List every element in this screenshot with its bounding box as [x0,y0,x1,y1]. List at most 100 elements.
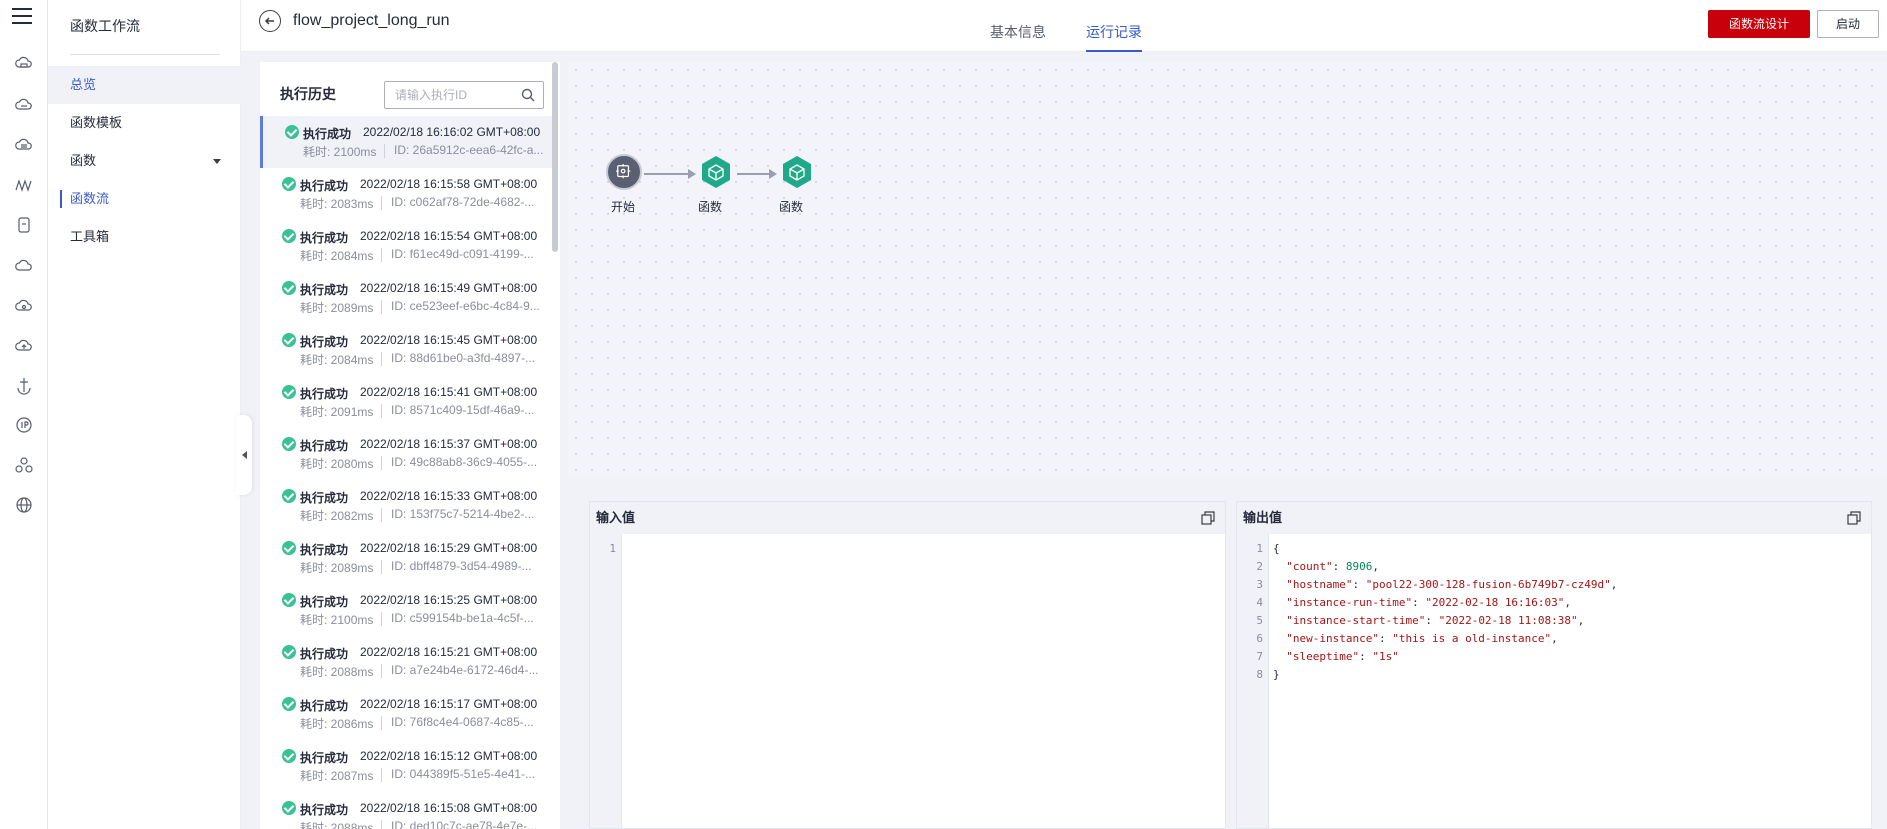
history-record[interactable]: 执行成功 2022/02/18 16:15:17 GMT+08:00 耗时: 208… [260,688,552,740]
record-time: 2022/02/18 16:15:58 GMT+08:00 [360,177,538,191]
record-duration: 耗时: 2091ms [300,405,374,419]
json-comma: , [1551,632,1558,645]
record-separator [381,352,382,366]
line-number: 3 [1256,578,1263,591]
cloud-icon[interactable] [14,95,34,115]
history-record[interactable]: 执行成功 2022/02/18 16:15:25 GMT+08:00 耗时: 210… [260,584,552,636]
execution-id-input[interactable] [385,82,513,108]
history-record[interactable]: 执行成功 2022/02/18 16:15:37 GMT+08:00 耗时: 208… [260,428,552,480]
history-scrollbar[interactable] [552,62,558,252]
record-status: 执行成功 [300,595,349,609]
record-status: 执行成功 [300,387,349,401]
history-record[interactable]: 执行成功 2022/02/18 16:15:58 GMT+08:00 耗时: 208… [260,168,552,220]
record-time: 2022/02/18 16:15:49 GMT+08:00 [360,281,538,295]
page-title: flow_project_long_run [293,12,450,29]
service-icon-rail [0,0,48,829]
ip-icon[interactable] [14,415,34,435]
nav-item-function-flow[interactable]: 函数流 [48,180,241,218]
success-check-icon [282,593,296,607]
record-id: ID: 49c88ab8-36c9-4055-... [391,455,538,469]
flow-canvas[interactable]: 开始 函数 函数 [568,62,1887,479]
nav-item-function-templates[interactable]: 函数模板 [48,104,241,142]
record-id: ID: c062af78-72de-4682-... [391,195,535,209]
history-record[interactable]: 执行成功 2022/02/18 16:15:29 GMT+08:00 耗时: 208… [260,532,552,584]
menu-icon[interactable] [12,8,32,26]
history-record[interactable]: 执行成功 2022/02/18 16:15:49 GMT+08:00 耗时: 208… [260,272,552,324]
record-id: ID: 76f8c4e4-0687-4c85-... [391,715,534,729]
flow-node-function[interactable] [698,154,734,190]
history-record[interactable]: 执行成功 2022/02/18 16:15:45 GMT+08:00 耗时: 208… [260,324,552,376]
history-record[interactable]: 执行成功 2022/02/18 16:15:41 GMT+08:00 耗时: 209… [260,376,552,428]
line-number: 4 [1256,596,1263,609]
record-duration: 耗时: 2086ms [300,717,374,731]
tab-run-records[interactable]: 运行记录 [1086,22,1142,52]
record-id: ID: f61ec49d-c091-4199-... [391,247,534,261]
record-duration: 耗时: 2082ms [300,509,374,523]
nav-item-toolbox[interactable]: 工具箱 [48,218,241,256]
json-value: "pool22-300-128-fusion-6b749b7-cz49d" [1365,578,1611,591]
collapse-sidebar-button[interactable] [236,415,252,495]
output-panel: 输出值 1 {2 "count": 8906, 3 "hostname": "poo… [1236,501,1872,829]
record-status: 执行成功 [300,179,349,193]
globe-icon[interactable] [14,495,34,515]
record-duration: 耗时: 2089ms [300,301,374,315]
storage-icon[interactable] [14,215,34,235]
history-title: 执行历史 [280,86,336,102]
tab-basic-info[interactable]: 基本信息 [990,22,1046,52]
arrow-left-icon [264,17,274,25]
back-button[interactable] [259,10,281,32]
search-icon[interactable] [521,88,535,102]
wave-icon[interactable] [14,175,34,195]
record-separator [381,560,382,574]
flow-design-button[interactable]: 函数流设计 [1708,10,1810,38]
cloud-database-icon[interactable] [14,135,34,155]
line-number: 1 [609,542,616,555]
anchor-icon[interactable] [14,375,34,395]
record-separator [381,404,382,418]
record-separator [381,196,382,210]
json-value: "2022-02-18 16:16:03" [1425,596,1565,609]
history-record[interactable]: 执行成功 2022/02/18 16:16:02 GMT+08:00 耗时: 210… [260,116,552,168]
record-separator [381,716,382,730]
history-record[interactable]: 执行成功 2022/02/18 16:15:33 GMT+08:00 耗时: 208… [260,480,552,532]
record-id: ID: 044389f5-51e5-4e41-... [391,767,536,781]
json-value: "1s" [1372,650,1399,663]
history-record[interactable]: 执行成功 2022/02/18 16:15:21 GMT+08:00 耗时: 208… [260,636,552,688]
success-check-icon [282,281,296,295]
success-check-icon [282,333,296,347]
code-line: "count": 8906, [1273,558,1379,576]
history-record[interactable]: 执行成功 2022/02/18 16:15:08 GMT+08:00 耗时: 208… [260,792,552,829]
code-line: "instance-start-time": "2022-02-18 11:08… [1273,612,1584,630]
record-status: 执行成功 [300,543,349,557]
json-key: "hostname" [1286,578,1353,591]
record-duration: 耗时: 2084ms [300,353,374,367]
function-node-icon [702,156,730,188]
json-comma: , [1372,560,1379,573]
flow-node-start[interactable] [606,154,642,190]
record-separator [381,508,382,522]
cloud-server-icon[interactable] [14,54,34,74]
cluster-icon[interactable] [14,455,34,475]
start-button[interactable]: 启动 [1817,10,1879,38]
json-key: "count" [1286,560,1333,573]
flow-node-function[interactable] [779,154,815,190]
copy-icon[interactable] [1201,511,1215,525]
nav-item-overview[interactable]: 总览 [48,66,241,104]
copy-icon[interactable] [1847,511,1861,525]
input-panel-header: 输入值 [590,502,1225,534]
cloud-up-icon[interactable] [14,335,34,355]
record-separator [381,612,382,626]
cloud-gear-icon[interactable] [14,295,34,315]
record-status: 执行成功 [300,283,349,297]
history-record[interactable]: 执行成功 2022/02/18 16:15:54 GMT+08:00 耗时: 208… [260,220,552,272]
record-duration: 耗时: 2088ms [300,821,374,829]
input-panel: 输入值 1 [589,501,1226,829]
nav-divider [70,54,220,55]
record-status: 执行成功 [300,751,349,765]
json-colon: : [1425,614,1439,627]
history-record[interactable]: 执行成功 2022/02/18 16:15:12 GMT+08:00 耗时: 208… [260,740,552,792]
record-id: ID: ce523eef-e6bc-4c84-9... [391,299,540,313]
nav-item-functions[interactable]: 函数 [48,142,241,180]
record-time: 2022/02/18 16:15:08 GMT+08:00 [360,801,538,815]
cloud-outline-icon[interactable] [14,255,34,275]
